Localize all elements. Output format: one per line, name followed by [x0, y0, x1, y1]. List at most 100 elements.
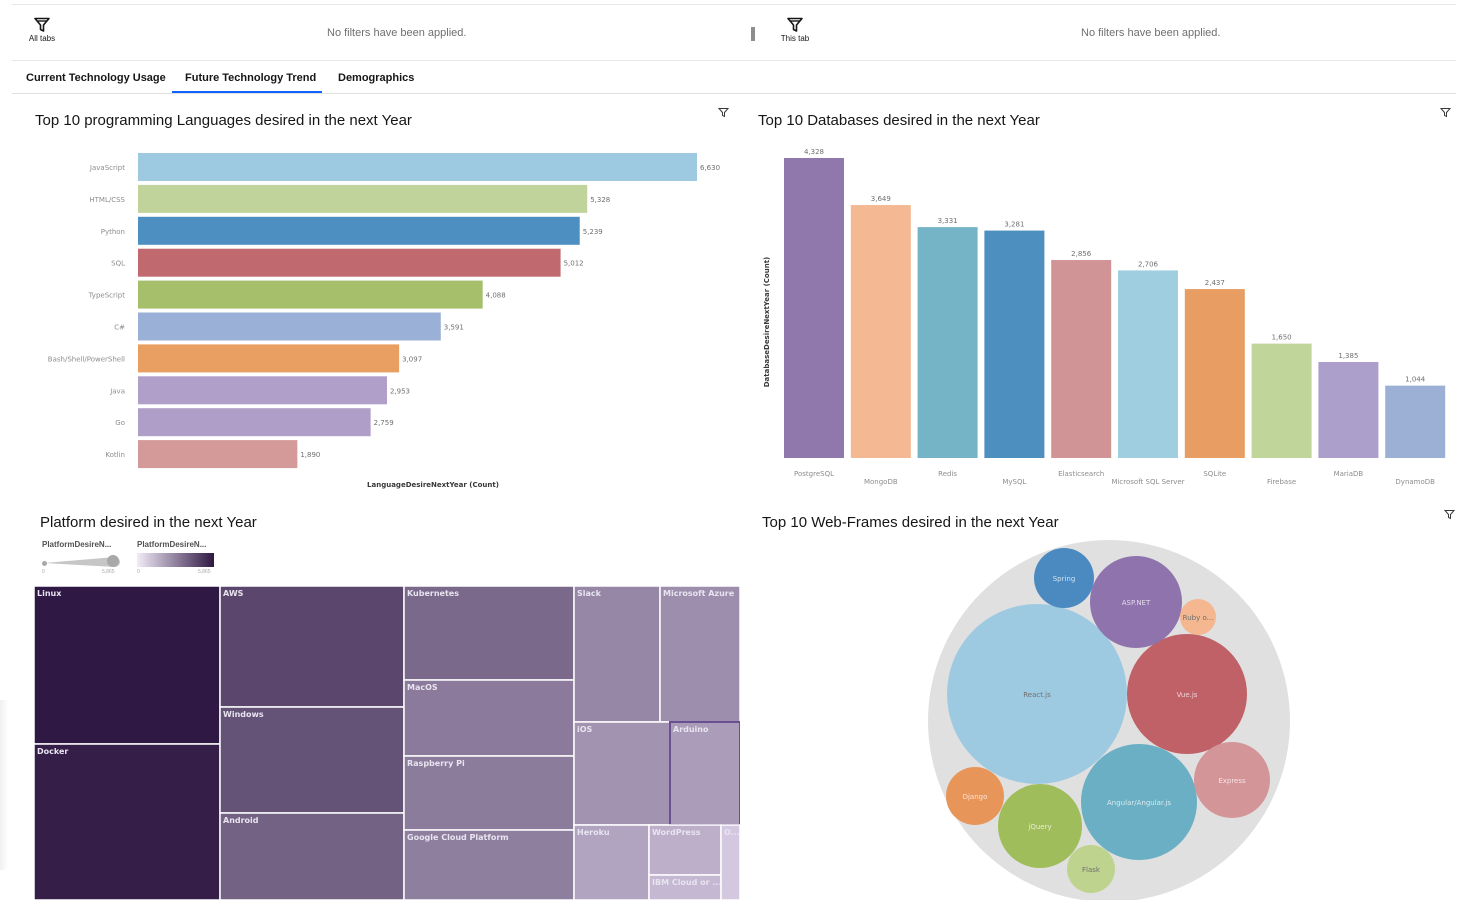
language-value-label: 4,088: [486, 292, 506, 300]
database-bar-dynamodb[interactable]: [1385, 385, 1446, 458]
treemap-cell-microsoft-azure[interactable]: [659, 586, 740, 723]
pane-splitter-handle[interactable]: [751, 27, 755, 41]
languages-chart-title: Top 10 programming Languages desired in …: [35, 112, 412, 129]
treemap-cell-slack[interactable]: [573, 586, 661, 723]
database-category-label: MySQL: [1002, 478, 1026, 486]
bubble-label: Spring: [1053, 575, 1076, 583]
treemap-label: Arduino: [673, 725, 709, 734]
left-filter-message: No filters have been applied.: [327, 27, 467, 39]
webframes-filter-icon[interactable]: [1444, 509, 1455, 520]
database-value-label: 3,281: [1004, 221, 1024, 229]
language-category-label: Python: [101, 228, 125, 236]
treemap-label: Raspberry Pi: [407, 759, 465, 768]
database-bar-redis[interactable]: [917, 227, 978, 458]
treemap-label: MacOS: [407, 683, 438, 692]
language-value-label: 5,239: [583, 228, 603, 236]
database-value-label: 3,331: [938, 217, 958, 225]
bubble-label: Angular/Angular.js: [1107, 799, 1171, 807]
language-bar-typescript[interactable]: [138, 280, 483, 309]
treemap-label: WordPress: [652, 828, 701, 837]
platforms-chart-title: Platform desired in the next Year: [40, 514, 257, 531]
treemap-label: IBM Cloud or ...: [652, 878, 721, 887]
language-category-label: Go: [115, 419, 125, 427]
language-value-label: 6,630: [700, 164, 720, 172]
languages-x-axis-title: LanguageDesireNextYear (Count): [367, 481, 499, 489]
treemap-label: Microsoft Azure: [663, 589, 735, 598]
treemap-label: Slack: [577, 589, 602, 598]
color-legend-min: 0: [137, 569, 140, 575]
database-bar-mongodb[interactable]: [850, 205, 911, 458]
database-category-label: DynamoDB: [1395, 478, 1435, 486]
treemap-cell-aws[interactable]: [219, 586, 405, 708]
language-value-label: 5,328: [590, 196, 610, 204]
database-value-label: 1,650: [1272, 334, 1292, 342]
language-bar-c[interactable]: [138, 312, 441, 341]
language-category-label: Bash/Shell/PowerShell: [48, 355, 125, 363]
database-bar-postgresql[interactable]: [784, 158, 844, 458]
database-value-label: 3,649: [871, 195, 891, 203]
treemap-label: Docker: [37, 747, 68, 756]
size-legend-scale: [42, 555, 120, 567]
language-value-label: 2,759: [374, 419, 394, 427]
treemap-label: Linux: [37, 589, 62, 598]
language-category-label: HTML/CSS: [89, 196, 125, 204]
treemap-cell-linux[interactable]: [34, 586, 221, 745]
treemap-cell-arduino[interactable]: [669, 721, 740, 826]
bubble-label: React.js: [1023, 691, 1051, 699]
database-bar-firebase[interactable]: [1251, 343, 1312, 458]
language-bar-kotlin[interactable]: [138, 440, 298, 469]
database-bar-sqlite[interactable]: [1184, 289, 1245, 458]
color-legend-gradient: [137, 553, 214, 567]
database-value-label: 2,437: [1205, 279, 1225, 287]
language-category-label: Kotlin: [105, 451, 125, 459]
database-bar-microsoft-sql-server[interactable]: [1118, 270, 1178, 458]
webframes-bubble-chart: React.js Vue.js Angular/Angular.js ASP.NET j…: [928, 540, 1290, 900]
tab-future-technology-trend[interactable]: Future Technology Trend: [185, 72, 316, 84]
size-legend-max: 5,865: [102, 569, 115, 575]
language-bar-sql[interactable]: [138, 248, 561, 277]
treemap-label: iOS: [577, 725, 593, 734]
global-filter-bar: All tabs No filters have been applied. T…: [12, 4, 1456, 61]
language-bar-bash-shell-powershell[interactable]: [138, 344, 400, 373]
database-bar-mariadb[interactable]: [1318, 361, 1379, 458]
size-legend-title: PlatformDesireN...: [42, 540, 112, 549]
tab-current-technology-usage[interactable]: Current Technology Usage: [26, 72, 166, 84]
treemap-cell-ios[interactable]: [573, 721, 671, 826]
database-category-label: Firebase: [1267, 478, 1296, 486]
databases-filter-icon[interactable]: [1440, 107, 1451, 118]
right-filter-message: No filters have been applied.: [1081, 27, 1221, 39]
language-bar-python[interactable]: [138, 216, 580, 245]
database-bar-elasticsearch[interactable]: [1051, 260, 1112, 458]
language-bar-java[interactable]: [138, 376, 387, 405]
treemap-cell-kubernetes[interactable]: [403, 586, 575, 681]
treemap-label: Google Cloud Platform: [407, 833, 509, 842]
funnel-icon: [34, 17, 50, 32]
treemap-label: Heroku: [577, 828, 610, 837]
this-tab-filter-button[interactable]: This tab: [775, 17, 815, 43]
database-bar-mysql[interactable]: [984, 230, 1045, 458]
language-bar-go[interactable]: [138, 408, 371, 437]
tab-demographics[interactable]: Demographics: [338, 72, 414, 84]
bubble-label: Express: [1218, 777, 1246, 785]
treemap-cell-windows[interactable]: [219, 706, 405, 814]
color-legend-title: PlatformDesireN...: [137, 540, 207, 549]
language-category-label: Java: [109, 387, 125, 395]
language-value-label: 2,953: [390, 387, 410, 395]
treemap-cell-android[interactable]: [219, 812, 405, 900]
language-value-label: 3,097: [402, 355, 422, 363]
database-value-label: 2,706: [1138, 260, 1159, 268]
language-category-label: JavaScript: [89, 164, 125, 172]
database-value-label: 1,385: [1338, 352, 1358, 360]
databases-bar-chart: 4,328 PostgreSQL 3,649 MongoDB 3,331 Redis 3,2…: [763, 148, 1446, 486]
all-tabs-filter-button[interactable]: All tabs: [22, 17, 62, 43]
database-category-label: Elasticsearch: [1058, 470, 1104, 478]
language-value-label: 1,890: [300, 451, 320, 459]
size-legend-min: 0: [42, 569, 45, 575]
language-bar-html-css[interactable]: [138, 184, 588, 213]
database-value-label: 1,044: [1405, 376, 1426, 384]
treemap-cell-docker[interactable]: [34, 743, 221, 900]
color-legend-max: 5,865: [198, 569, 211, 575]
languages-filter-icon[interactable]: [718, 107, 729, 118]
database-category-label: MongoDB: [864, 478, 898, 486]
language-bar-javascript[interactable]: [138, 153, 697, 181]
